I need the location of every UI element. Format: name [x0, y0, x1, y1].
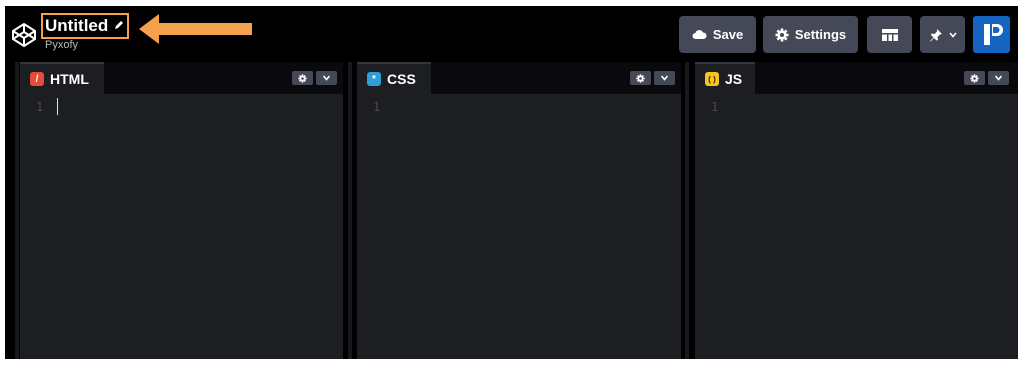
css-editor-panel: * CSS 1 — [357, 62, 681, 359]
css-icon: * — [367, 72, 381, 86]
gear-icon — [636, 73, 645, 83]
pen-title[interactable]: Untitled — [45, 16, 108, 36]
gear-icon — [970, 73, 979, 83]
save-button[interactable]: Save — [679, 16, 756, 53]
pin-icon — [929, 28, 942, 41]
cloud-icon — [692, 30, 707, 39]
layout-columns-icon — [881, 28, 898, 41]
avatar-logo-icon — [984, 24, 1003, 45]
chevron-down-icon — [948, 31, 957, 38]
left-resize-strip[interactable] — [15, 62, 19, 359]
pencil-icon[interactable] — [113, 19, 125, 31]
text-cursor — [57, 98, 58, 115]
user-avatar[interactable] — [973, 16, 1010, 53]
settings-button[interactable]: Settings — [763, 16, 858, 53]
css-editor-tools — [630, 71, 675, 85]
line-number: 1 — [711, 100, 719, 114]
line-number: 1 — [373, 100, 381, 114]
js-icon: ( ) — [705, 72, 719, 86]
js-settings-button[interactable] — [964, 71, 985, 85]
chevron-down-icon — [660, 75, 669, 81]
tab-js-label: JS — [725, 71, 743, 87]
tab-html[interactable]: / HTML — [20, 62, 104, 94]
pen-owner[interactable]: Pyxofy — [45, 39, 78, 51]
line-number: 1 — [36, 100, 44, 114]
js-editor-tools — [964, 71, 1009, 85]
tab-css[interactable]: * CSS — [357, 62, 431, 94]
change-view-button[interactable] — [867, 16, 912, 53]
resize-handle-2[interactable] — [685, 62, 689, 359]
resize-handle-1[interactable] — [348, 62, 352, 359]
js-collapse-button[interactable] — [988, 71, 1009, 85]
tab-html-label: HTML — [50, 71, 89, 87]
annotation-arrow-icon — [139, 14, 252, 44]
gear-icon — [775, 28, 789, 41]
chevron-down-icon — [994, 75, 1003, 81]
css-settings-button[interactable] — [630, 71, 651, 85]
css-collapse-button[interactable] — [654, 71, 675, 85]
html-collapse-button[interactable] — [316, 71, 337, 85]
save-label: Save — [712, 27, 744, 42]
header-bar: Untitled Pyxofy Save Settings — [5, 6, 1018, 62]
codepen-logo-icon[interactable] — [11, 22, 37, 48]
html-editor-tools — [292, 71, 337, 85]
tab-js[interactable]: ( ) JS — [695, 62, 755, 94]
html-editor-panel: / HTML 1 — [20, 62, 343, 359]
codepen-editor-app: Untitled Pyxofy Save Settings / HTML 1 *… — [5, 6, 1018, 359]
js-editor-panel: ( ) JS 1 — [695, 62, 1018, 359]
settings-label: Settings — [794, 27, 847, 42]
gear-icon — [298, 73, 307, 83]
html-settings-button[interactable] — [292, 71, 313, 85]
html-icon: / — [30, 72, 44, 86]
chevron-down-icon — [322, 75, 331, 81]
tab-css-label: CSS — [387, 71, 416, 87]
pin-button[interactable] — [920, 16, 965, 53]
